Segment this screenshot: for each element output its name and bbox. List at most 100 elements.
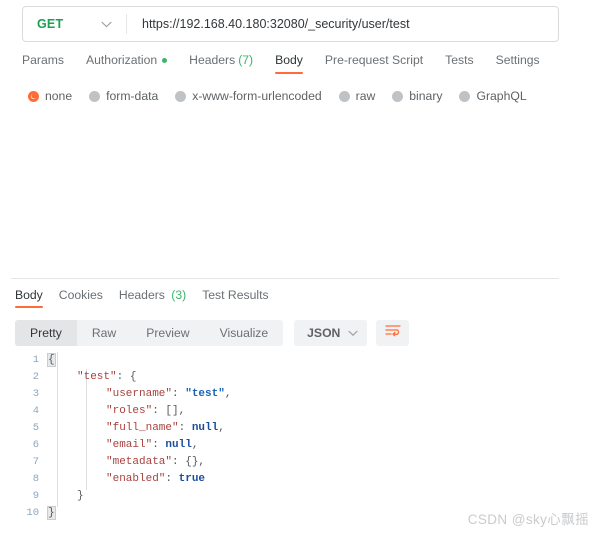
request-tab-tests[interactable]: Tests xyxy=(445,53,473,74)
request-tab-label: Body xyxy=(275,53,303,67)
code-line-content: "enabled": true xyxy=(48,471,205,488)
body-type-label: none xyxy=(45,89,73,103)
code-token: , xyxy=(218,422,225,434)
code-token: "email" xyxy=(106,439,153,451)
request-tab-pre-request-script[interactable]: Pre-request Script xyxy=(325,53,423,74)
code-token: } xyxy=(47,506,56,520)
code-token: "username" xyxy=(106,388,173,400)
request-tab-authorization[interactable]: Authorization xyxy=(86,53,168,74)
code-token: "test" xyxy=(77,371,117,383)
code-token: , xyxy=(178,405,186,417)
radio-unselected-icon[interactable] xyxy=(459,90,471,102)
code-line-number: 5 xyxy=(32,422,39,434)
code-line-content: "email": null, xyxy=(48,437,198,454)
code-line: 4 "roles": [], xyxy=(12,403,558,420)
radio-unselected-icon[interactable] xyxy=(175,90,187,102)
code-line-number: 2 xyxy=(32,371,39,383)
body-type-label: GraphQL xyxy=(476,89,527,103)
view-mode-preview[interactable]: Preview xyxy=(131,320,204,346)
radio-selected-icon[interactable] xyxy=(28,90,39,102)
code-line-number: 6 xyxy=(32,439,39,451)
code-line: 7 "metadata": {}, xyxy=(12,454,558,471)
code-token: { xyxy=(129,371,137,383)
code-line: 5 "full_name": null, xyxy=(12,420,558,437)
word-wrap-button[interactable] xyxy=(376,320,410,346)
request-tab-label: Tests xyxy=(445,53,474,67)
chevron-down-icon xyxy=(348,324,358,342)
view-mode-visualize[interactable]: Visualize xyxy=(205,320,284,346)
response-tab-test-results[interactable]: Test Results xyxy=(202,288,268,308)
code-token: null xyxy=(191,422,219,434)
code-line-number: 1 xyxy=(32,354,39,366)
code-line-content: "roles": [], xyxy=(48,403,185,420)
word-wrap-icon xyxy=(385,324,401,342)
code-token: "metadata" xyxy=(106,456,173,468)
body-type-option-raw[interactable]: raw xyxy=(338,89,376,103)
code-token: : xyxy=(165,473,179,485)
code-line-number: 8 xyxy=(32,473,39,485)
response-view-mode-group: Pretty Raw Preview Visualize xyxy=(15,320,284,346)
radio-unselected-icon[interactable] xyxy=(338,90,350,102)
response-tab-label: Cookies xyxy=(58,288,103,302)
body-type-label: binary xyxy=(409,89,443,103)
body-type-label: x-www-form-urlencoded xyxy=(192,89,322,103)
request-tab-label: Authorization xyxy=(86,53,158,67)
http-method-selector[interactable]: GET xyxy=(23,7,126,41)
headers-count-badge: (7) xyxy=(238,53,254,67)
body-type-option-binary[interactable]: binary xyxy=(392,89,442,103)
request-tab-settings[interactable]: Settings xyxy=(496,53,540,74)
response-format-label: JSON xyxy=(307,326,341,340)
response-tab-body[interactable]: Body xyxy=(15,288,43,308)
radio-unselected-icon[interactable] xyxy=(89,90,101,102)
code-line-number: 4 xyxy=(32,405,39,417)
request-url-input[interactable]: https://192.168.40.180:32080/_security/u… xyxy=(127,7,558,41)
request-tab-label: Headers xyxy=(189,53,236,67)
request-tab-headers[interactable]: Headers (7) xyxy=(189,53,253,74)
view-mode-pretty[interactable]: Pretty xyxy=(15,320,77,346)
code-line-content: "username": "test", xyxy=(48,386,231,403)
code-line-number: 3 xyxy=(32,388,39,400)
code-line-number: 9 xyxy=(32,490,39,502)
response-tab-label: Headers xyxy=(118,288,165,302)
response-tab-headers[interactable]: Headers (3) xyxy=(119,288,186,308)
code-token: { xyxy=(47,353,56,367)
code-token: [] xyxy=(165,405,179,417)
request-response-divider xyxy=(11,278,559,279)
response-tab-bar: Body Cookies Headers (3) Test Results xyxy=(15,288,285,312)
response-body-code[interactable]: 1{2 "test": {3 "username": "test", 4 "roles"… xyxy=(12,352,558,532)
code-token: , xyxy=(191,439,199,451)
request-tab-bar: Params Authorization Headers (7) Body Pr… xyxy=(22,53,562,79)
request-tab-body[interactable]: Body xyxy=(275,53,303,74)
response-view-toolbar: Pretty Raw Preview Visualize JSON xyxy=(15,320,410,346)
code-token: "enabled" xyxy=(106,473,166,485)
code-line-number: 10 xyxy=(26,507,39,519)
response-tab-label: Test Results xyxy=(202,288,269,302)
response-headers-count-badge: (3) xyxy=(171,288,187,302)
code-token: : xyxy=(152,405,166,417)
code-token: true xyxy=(178,473,206,485)
code-line-content: "test": { xyxy=(48,369,136,386)
response-tab-cookies[interactable]: Cookies xyxy=(59,288,103,308)
body-type-label: raw xyxy=(355,89,376,103)
code-line-content: "metadata": {}, xyxy=(48,454,205,471)
radio-unselected-icon[interactable] xyxy=(392,90,404,102)
code-token: "full_name" xyxy=(106,422,179,434)
code-line-content: { xyxy=(47,352,56,369)
request-tab-params[interactable]: Params xyxy=(22,53,64,74)
code-line: 3 "username": "test", xyxy=(12,386,558,403)
code-line: 6 "email": null, xyxy=(12,437,558,454)
response-tab-label: Body xyxy=(15,288,43,302)
view-mode-raw[interactable]: Raw xyxy=(77,320,131,346)
body-type-option-x-www-form-urlencoded[interactable]: x-www-form-urlencoded xyxy=(175,89,322,103)
code-line-content: "full_name": null, xyxy=(48,420,225,437)
code-token: } xyxy=(77,490,84,502)
watermark: CSDN @sky心飘摇 xyxy=(467,512,589,527)
code-line: 8 "enabled": true xyxy=(12,471,558,488)
http-method-label: GET xyxy=(37,17,64,31)
body-type-option-graphql[interactable]: GraphQL xyxy=(459,89,527,103)
code-line-number: 7 xyxy=(32,456,39,468)
body-type-option-form-data[interactable]: form-data xyxy=(89,89,158,103)
response-format-selector[interactable]: JSON xyxy=(294,320,368,346)
code-token: , xyxy=(224,388,232,400)
body-type-option-none[interactable]: none xyxy=(28,89,72,103)
